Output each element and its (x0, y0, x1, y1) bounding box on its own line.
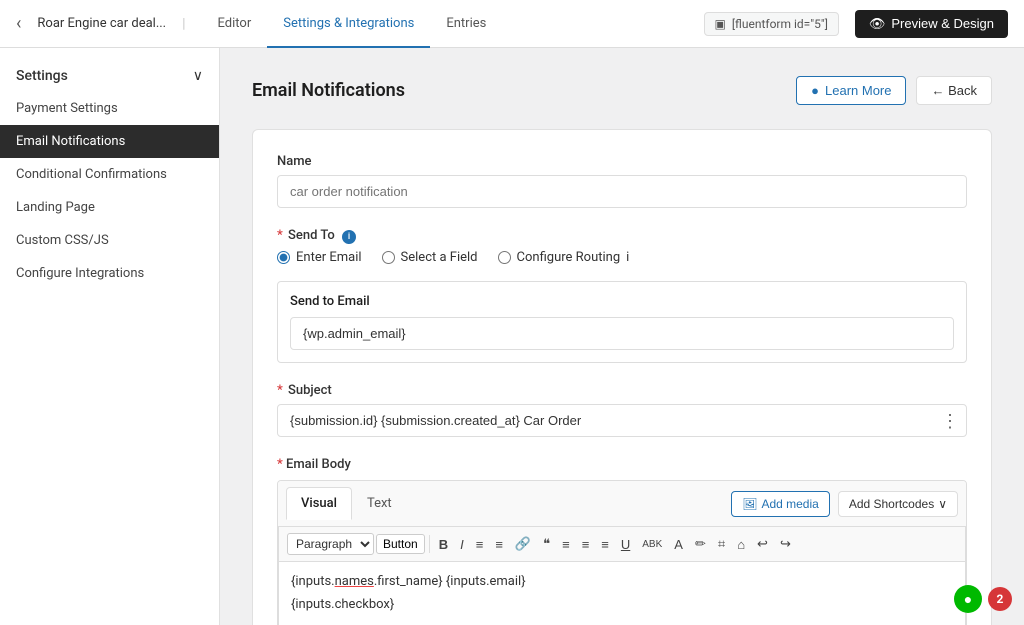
email-body-label: * Email Body (277, 457, 967, 472)
paragraph-select[interactable]: Paragraph (287, 533, 374, 555)
font-color-button[interactable]: A (669, 534, 688, 555)
ordered-list-button[interactable]: ≡ (471, 534, 489, 555)
chevron-down-icon: ∨ (938, 497, 947, 511)
align-left-button[interactable]: ≡ (557, 534, 575, 555)
align-right-button[interactable]: ≡ (596, 534, 614, 555)
sidebar-item-conditional-confirmations[interactable]: Conditional Confirmations (0, 158, 219, 191)
italic-button[interactable]: I (455, 534, 469, 555)
tab-entries[interactable]: Entries (430, 0, 502, 48)
page-title: Email Notifications (252, 80, 405, 101)
editor-wrapper: Visual Text 🖼 Add media Add Shortcodes ∨ (277, 480, 967, 625)
button-style-button[interactable]: Button (376, 534, 425, 554)
send-to-label: * Send To i (277, 228, 967, 244)
align-center-button[interactable]: ≡ (577, 534, 595, 555)
editor-tab-bar: Visual Text 🖼 Add media Add Shortcodes ∨ (278, 481, 966, 527)
circle-icon: ● (811, 83, 819, 98)
form-id-badge: ▣ [fluentform id="5"] (704, 12, 839, 36)
redo-button[interactable]: ↪ (775, 533, 796, 555)
section-header: Email Notifications ● Learn More ← Back (252, 76, 992, 105)
subject-input-wrapper: ⋮ (277, 404, 967, 437)
add-media-button[interactable]: 🖼 Add media (731, 491, 830, 517)
eye-icon: 👁 (869, 16, 886, 32)
sidebar-item-email-notifications[interactable]: Email Notifications (0, 125, 219, 158)
send-to-group: * Send To i Enter Email Select a Field (277, 228, 967, 363)
send-to-info-icon[interactable]: i (342, 230, 356, 244)
bold-button[interactable]: B (434, 534, 453, 555)
radio-enter-email[interactable]: Enter Email (277, 250, 362, 265)
editor-actions: 🖼 Add media Add Shortcodes ∨ (731, 491, 958, 517)
chevron-down-icon: ∨ (193, 68, 203, 84)
learn-more-button[interactable]: ● Learn More (796, 76, 906, 105)
tab-text[interactable]: Text (352, 487, 407, 520)
nav-links: Editor Settings & Integrations Entries (202, 0, 503, 48)
nav-back-arrow[interactable]: ‹ (16, 13, 21, 34)
form-id-icon: ▣ (715, 17, 726, 31)
back-button[interactable]: ← Back (916, 76, 992, 105)
send-to-email-label: Send to Email (290, 294, 954, 309)
form-card: Name * Send To i Enter Email (252, 129, 992, 625)
unordered-list-button[interactable]: ≡ (490, 534, 508, 555)
underline-button[interactable]: U (616, 534, 635, 555)
subject-group: * Subject ⋮ (277, 383, 967, 437)
editor-toolbar: Paragraph Button B I ≡ ≡ 🔗 ❝ ≡ ≡ ≡ U (278, 527, 966, 562)
preview-design-button[interactable]: 👁 Preview & Design (855, 10, 1008, 38)
sidebar-item-configure-integrations[interactable]: Configure Integrations (0, 257, 219, 290)
sidebar-item-custom-css-js[interactable]: Custom CSS/JS (0, 224, 219, 257)
edit-button[interactable]: ✏ (690, 533, 711, 555)
subject-more-options-button[interactable]: ⋮ (941, 412, 959, 430)
radio-select-field[interactable]: Select a Field (382, 250, 478, 265)
bottom-status: ● 2 (954, 585, 1012, 613)
notification-badge: 2 (988, 587, 1012, 611)
nav-divider: | (182, 16, 185, 32)
tab-editor[interactable]: Editor (202, 0, 268, 48)
send-to-email-input[interactable] (290, 317, 954, 350)
email-body-group: * Email Body Visual Text 🖼 Add medi (277, 457, 967, 625)
configure-routing-info-icon[interactable]: i (626, 250, 629, 265)
form-title: Roar Engine car deal... (37, 16, 166, 31)
editor-line-2: {inputs.checkbox} (291, 597, 953, 612)
subject-label: * Subject (277, 383, 967, 398)
main-content: Email Notifications ● Learn More ← Back … (220, 48, 1024, 625)
top-nav: ‹ Roar Engine car deal... | Editor Setti… (0, 0, 1024, 48)
editor-content[interactable]: {inputs.names.first_name} {inputs.email}… (278, 562, 966, 625)
editor-line-1: {inputs.names.first_name} {inputs.email} (291, 574, 953, 589)
indent-button[interactable]: ⌗ (713, 533, 730, 555)
subject-input[interactable] (277, 404, 967, 437)
name-field-group: Name (277, 154, 967, 208)
add-shortcodes-button[interactable]: Add Shortcodes ∨ (838, 491, 958, 517)
sidebar-item-landing-page[interactable]: Landing Page (0, 191, 219, 224)
underline-word: names (335, 574, 374, 589)
toolbar-divider-1 (429, 535, 430, 553)
link-button[interactable]: 🔗 (510, 533, 536, 555)
main-layout: Settings ∨ Payment Settings Email Notifi… (0, 48, 1024, 625)
outdent-button[interactable]: ⌂ (732, 534, 750, 555)
tab-visual[interactable]: Visual (286, 487, 352, 520)
status-green-icon: ● (954, 585, 982, 613)
editor-tabs: Visual Text (286, 487, 407, 520)
name-input[interactable] (277, 175, 967, 208)
sidebar: Settings ∨ Payment Settings Email Notifi… (0, 48, 220, 625)
tab-settings-integrations[interactable]: Settings & Integrations (267, 0, 430, 48)
media-icon: 🖼 (742, 497, 757, 511)
sidebar-section-settings[interactable]: Settings ∨ (0, 60, 219, 92)
radio-configure-routing[interactable]: Configure Routing i (498, 250, 630, 265)
name-label: Name (277, 154, 967, 169)
blockquote-button[interactable]: ❝ (538, 533, 555, 555)
abk-button[interactable]: ABK (637, 536, 667, 553)
send-to-email-box: Send to Email (277, 281, 967, 363)
undo-button[interactable]: ↩ (752, 533, 773, 555)
header-actions: ● Learn More ← Back (796, 76, 992, 105)
send-to-radio-group: Enter Email Select a Field Configure Rou… (277, 250, 967, 265)
sidebar-item-payment-settings[interactable]: Payment Settings (0, 92, 219, 125)
